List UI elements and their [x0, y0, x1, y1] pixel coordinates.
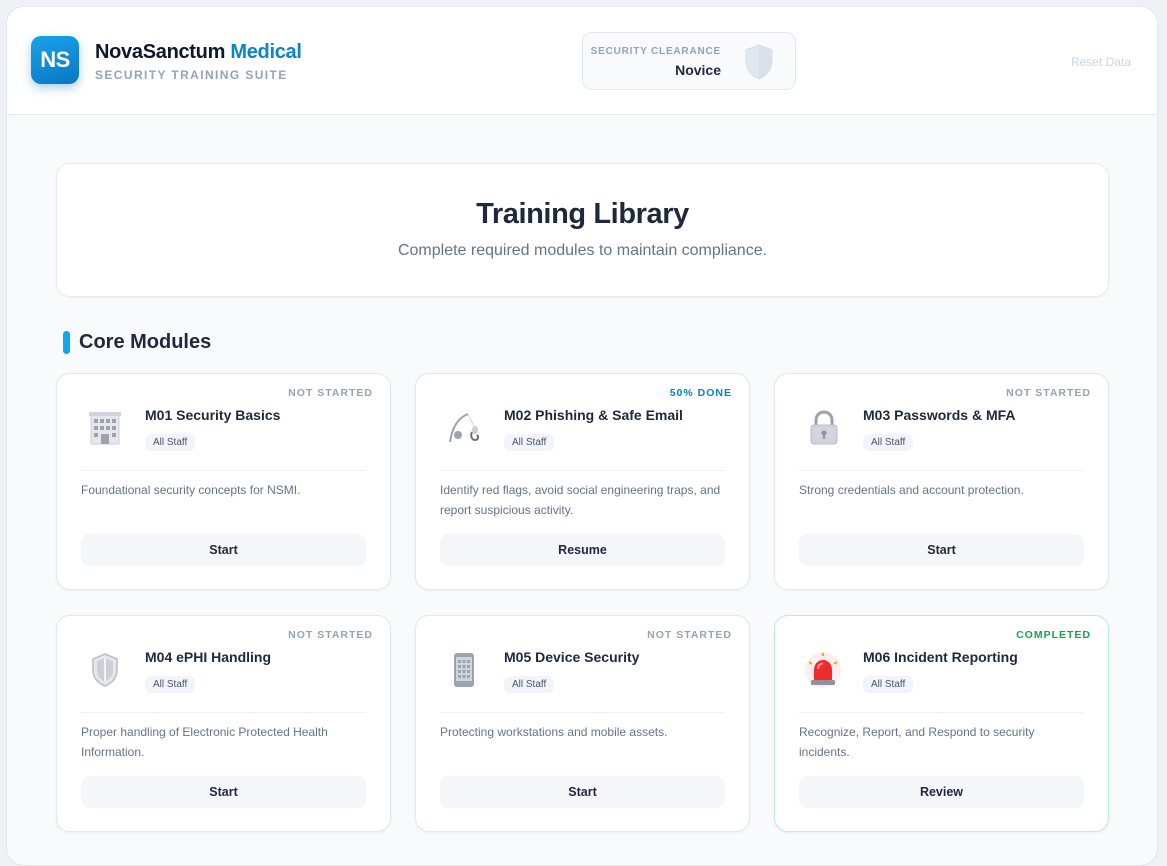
module-status: 50% DONE [669, 387, 732, 399]
brand-name-accent: Medical [230, 41, 302, 63]
card-divider [81, 470, 366, 471]
start-button[interactable]: Start [81, 534, 366, 566]
module-card-m04: NOT STARTED M04 ePHI Handling All Staff … [56, 615, 391, 832]
module-title: M02 Phishing & Safe Email [504, 407, 683, 423]
clearance-value: Novice [675, 62, 721, 78]
module-status: NOT STARTED [288, 629, 373, 641]
audience-tag: All Staff [863, 676, 914, 693]
module-status: NOT STARTED [647, 629, 732, 641]
lock-icon [810, 410, 838, 445]
brand-name-main: NovaSanctum [95, 41, 226, 63]
reset-data-link[interactable]: Reset Data [1071, 55, 1131, 69]
fishing-hook-icon [449, 413, 480, 443]
module-title: M01 Security Basics [145, 407, 281, 423]
hero-panel: Training Library Complete required modul… [56, 163, 1109, 297]
module-description: Strong credentials and account protectio… [799, 483, 1024, 497]
module-status: NOT STARTED [1006, 387, 1091, 399]
page-subtitle: Complete required modules to maintain co… [397, 242, 768, 259]
logo-badge: NS [31, 36, 79, 84]
resume-button[interactable]: Resume [440, 534, 725, 566]
clearance-label: SECURITY CLEARANCE [590, 46, 721, 57]
audience-tag: All Staff [145, 434, 196, 451]
module-grid: NOT STARTED M01 Security Basics All Staf… [56, 373, 1110, 832]
audience-tag: All Staff [863, 434, 914, 451]
module-description: Foundational security concepts for NSMI. [81, 483, 301, 497]
brand-subtitle: SECURITY TRAINING SUITE [95, 68, 288, 82]
module-title: M04 ePHI Handling [145, 649, 272, 665]
app-header: NS NovaSanctum Medical SECURITY TRAINING… [7, 7, 1157, 115]
audience-tag: All Staff [145, 676, 196, 693]
brand-name: NovaSanctum Medical [95, 41, 302, 64]
siren-icon [805, 652, 841, 688]
audience-tag: All Staff [504, 676, 555, 693]
section-heading: Core Modules [63, 331, 211, 354]
mobile-phone-icon [454, 653, 474, 687]
module-description: Proper handling of Electronic Protected … [81, 725, 328, 759]
office-building-icon [89, 412, 121, 445]
card-divider [799, 712, 1084, 713]
card-divider [799, 470, 1084, 471]
card-divider [440, 470, 725, 471]
module-description: Protecting workstations and mobile asset… [440, 725, 668, 739]
module-card-m03: NOT STARTED M03 Passwords & MFA All Staf… [774, 373, 1109, 590]
section-accent-bar [63, 331, 70, 354]
module-card-m02: 50% DONE M02 Phishing & Safe Email All S… [415, 373, 750, 590]
shield-icon [745, 44, 773, 80]
app-window: NS NovaSanctum Medical SECURITY TRAINING… [6, 6, 1158, 866]
module-title: M03 Passwords & MFA [863, 407, 1016, 423]
review-button[interactable]: Review [799, 776, 1084, 808]
start-button[interactable]: Start [440, 776, 725, 808]
module-status: NOT STARTED [288, 387, 373, 399]
brand: NovaSanctum Medical SECURITY TRAINING SU… [95, 41, 302, 82]
module-status: COMPLETED [1016, 629, 1091, 641]
card-divider [81, 712, 366, 713]
module-title: M05 Device Security [504, 649, 640, 665]
start-button[interactable]: Start [799, 534, 1084, 566]
page-title: Training Library [476, 198, 689, 230]
audience-tag: All Staff [504, 434, 555, 451]
module-title: M06 Incident Reporting [863, 649, 1018, 665]
module-card-m06: COMPLETED M06 Incident Reporting All Sta… [774, 615, 1109, 832]
section-title: Core Modules [79, 331, 212, 353]
module-card-m01: NOT STARTED M01 Security Basics All Staf… [56, 373, 391, 590]
security-clearance-panel: SECURITY CLEARANCE Novice [582, 32, 796, 90]
module-description: Identify red flags, avoid social enginee… [440, 483, 721, 517]
card-divider [440, 712, 725, 713]
module-description: Recognize, Report, and Respond to securi… [799, 725, 1035, 759]
module-card-m05: NOT STARTED M05 Device Security All Staf… [415, 615, 750, 832]
shield-icon [92, 653, 118, 687]
start-button[interactable]: Start [81, 776, 366, 808]
